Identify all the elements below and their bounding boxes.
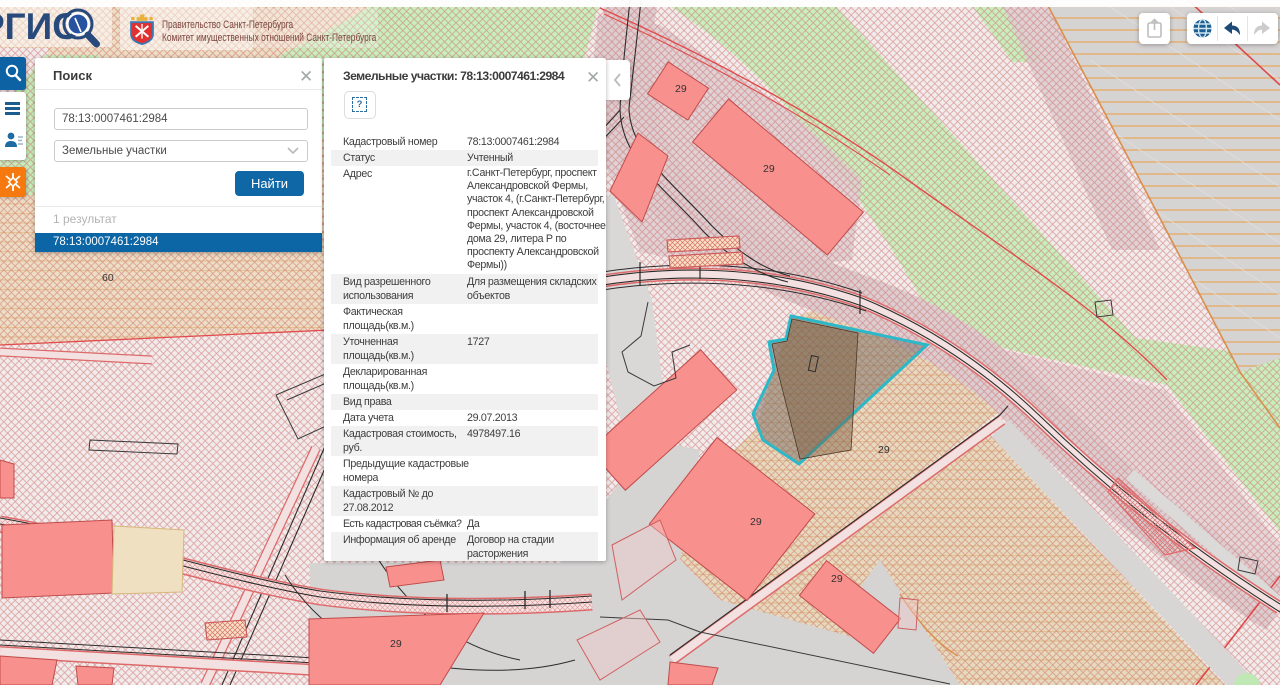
svg-text:29: 29 (831, 573, 843, 585)
svg-text:29: 29 (763, 163, 775, 175)
svg-text:29: 29 (390, 638, 402, 650)
svg-text:29: 29 (750, 516, 762, 528)
svg-text:29: 29 (878, 444, 890, 456)
svg-text:29: 29 (675, 83, 687, 95)
svg-text:60: 60 (102, 272, 114, 284)
